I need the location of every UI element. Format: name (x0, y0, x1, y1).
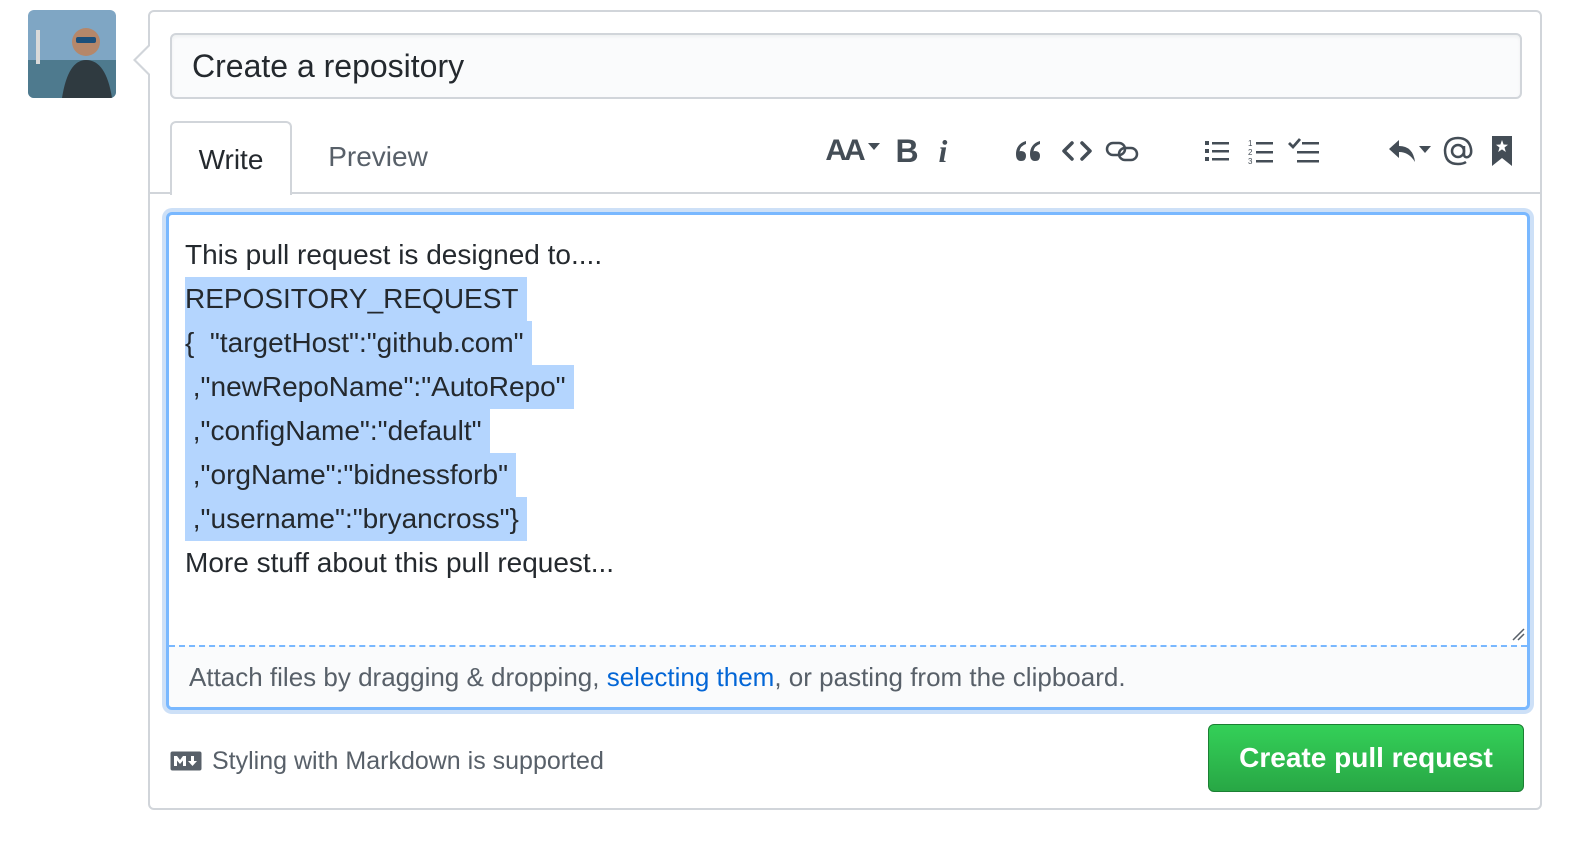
italic-icon-label: i (938, 132, 948, 169)
comment-textarea[interactable]: This pull request is designed to.... REP… (169, 215, 1527, 645)
select-files-link[interactable]: selecting them (607, 662, 775, 692)
selected-text: ,"username":"bryancross"} (185, 497, 527, 541)
header-icon-label: AA (825, 134, 865, 167)
selected-text: REPOSITORY_REQUEST (185, 277, 527, 321)
task-list-icon[interactable] (1286, 126, 1322, 176)
bold-icon-label: B (895, 132, 919, 169)
editor-line: ,"username":"bryancross"} (185, 497, 1511, 541)
markdown-icon (170, 751, 202, 771)
editor-line-text: This pull request is designed to.... (185, 239, 603, 270)
selected-text: ,"orgName":"bidnessforb" (185, 453, 517, 497)
pr-title-input[interactable]: Create a repository (170, 33, 1522, 99)
comment-form: Create a repository Write Preview AA B i… (133, 10, 1542, 810)
editor-line: ,"orgName":"bidnessforb" (185, 453, 1511, 497)
editor-line: This pull request is designed to.... (185, 233, 1511, 277)
selected-text: ,"newRepoName":"AutoRepo" (185, 365, 574, 409)
bookmark-icon[interactable] (1488, 126, 1516, 176)
selected-text: ,"configName":"default" (185, 409, 490, 453)
comment-body-editor[interactable]: This pull request is designed to.... REP… (166, 212, 1530, 710)
tab-write[interactable]: Write (170, 121, 292, 195)
numbered-list-icon[interactable]: 123 (1246, 126, 1276, 176)
editor-line-text: More stuff about this pull request... (185, 547, 615, 578)
code-icon[interactable] (1060, 126, 1094, 176)
link-icon[interactable] (1104, 126, 1140, 176)
quote-icon[interactable] (1012, 126, 1044, 176)
dropzone-text: Attach files by dragging & dropping, (189, 662, 607, 692)
dropzone-text-end: , or pasting from the clipboard. (774, 662, 1126, 692)
markdown-hint[interactable]: Styling with Markdown is supported (170, 746, 604, 776)
markdown-hint-text: Styling with Markdown is supported (212, 746, 604, 775)
mention-icon[interactable] (1440, 126, 1476, 176)
avatar[interactable] (28, 10, 116, 98)
create-pull-request-button[interactable]: Create pull request (1208, 724, 1524, 792)
bold-icon[interactable]: B (892, 126, 922, 176)
selected-text: { "targetHost":"github.com" (185, 321, 532, 365)
editor-line: ,"configName":"default" (185, 409, 1511, 453)
svg-text:2: 2 (1248, 148, 1253, 157)
tab-preview[interactable]: Preview (310, 120, 446, 194)
editor-line: REPOSITORY_REQUEST (185, 277, 1511, 321)
bullet-list-icon[interactable] (1202, 126, 1232, 176)
header-icon[interactable]: AA (824, 126, 882, 176)
resize-handle-icon[interactable] (1509, 625, 1525, 641)
editor-line: More stuff about this pull request... (185, 541, 1511, 585)
svg-text:1: 1 (1248, 139, 1253, 148)
svg-text:3: 3 (1248, 157, 1253, 165)
editor-line: { "targetHost":"github.com" (185, 321, 1511, 365)
italic-icon[interactable]: i (932, 126, 954, 176)
editor-line: ,"newRepoName":"AutoRepo" (185, 365, 1511, 409)
file-attach-dropzone[interactable]: Attach files by dragging & dropping, sel… (169, 645, 1527, 707)
reply-icon[interactable] (1386, 126, 1434, 176)
